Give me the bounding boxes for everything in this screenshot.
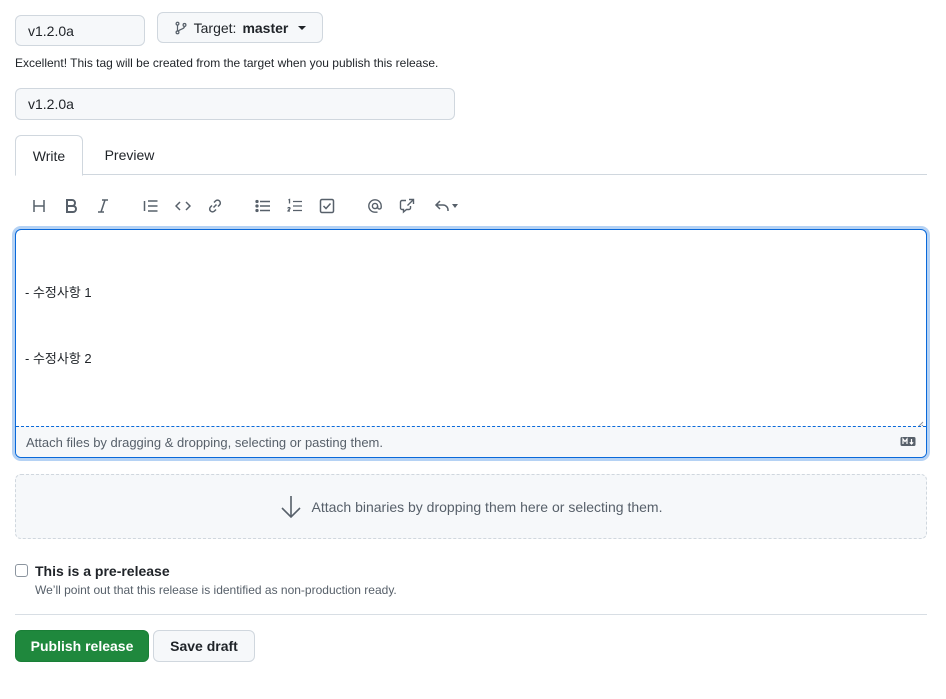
prerelease-label[interactable]: This is a pre-release xyxy=(35,563,170,579)
quote-icon[interactable] xyxy=(139,194,163,218)
prerelease-checkbox[interactable] xyxy=(15,564,28,577)
resize-handle-icon[interactable] xyxy=(916,416,924,429)
tag-input-value: v1.2.0a xyxy=(28,22,74,39)
divider xyxy=(15,614,927,615)
target-branch-button[interactable]: Target: master xyxy=(157,12,323,43)
numbered-list-icon[interactable] xyxy=(283,194,307,218)
markdown-icon xyxy=(900,436,916,447)
attach-files-hint: Attach files by dragging & dropping, sel… xyxy=(26,435,383,450)
release-title-value: v1.2.0a xyxy=(28,96,74,112)
task-list-icon[interactable] xyxy=(315,194,339,218)
attach-files-bar[interactable]: Attach files by dragging & dropping, sel… xyxy=(16,426,926,457)
caret-down-icon xyxy=(452,204,458,208)
tag-input[interactable]: v1.2.0a xyxy=(15,15,145,46)
reply-icon[interactable] xyxy=(429,194,463,218)
bold-icon[interactable] xyxy=(59,194,83,218)
git-branch-icon xyxy=(174,21,188,35)
tag-hint: Excellent! This tag will be created from… xyxy=(15,56,439,70)
prerelease-description: We’ll point out that this release is ide… xyxy=(35,583,397,597)
publish-release-button[interactable]: Publish release xyxy=(15,630,149,662)
target-label: Target: xyxy=(193,19,237,36)
binaries-hint: Attach binaries by dropping them here or… xyxy=(311,498,663,515)
release-notes-editor: - 수정사항 1 - 수정사항 2 Attach files by draggi… xyxy=(15,229,927,458)
notes-line-1: - 수정사항 1 xyxy=(25,285,92,300)
binaries-dropzone[interactable]: Attach binaries by dropping them here or… xyxy=(15,474,927,539)
tab-write-label: Write xyxy=(32,147,66,164)
caret-down-icon xyxy=(298,25,307,30)
target-branch-name: master xyxy=(242,19,289,36)
italic-icon[interactable] xyxy=(91,194,115,218)
arrow-down-icon xyxy=(280,494,302,520)
notes-line-2: - 수정사항 2 xyxy=(25,351,92,366)
save-draft-button[interactable]: Save draft xyxy=(153,630,255,662)
release-title-input[interactable]: v1.2.0a xyxy=(15,88,455,120)
code-icon[interactable] xyxy=(171,194,195,218)
tab-preview[interactable]: Preview xyxy=(92,135,167,175)
mention-icon[interactable] xyxy=(363,194,387,218)
heading-icon[interactable] xyxy=(27,194,51,218)
bulleted-list-icon[interactable] xyxy=(251,194,275,218)
release-notes-textarea[interactable]: - 수정사항 1 - 수정사항 2 xyxy=(16,230,926,426)
cross-reference-icon[interactable] xyxy=(395,194,419,218)
tab-preview-label: Preview xyxy=(104,147,155,163)
tab-write[interactable]: Write xyxy=(15,135,83,176)
link-icon[interactable] xyxy=(203,194,227,218)
